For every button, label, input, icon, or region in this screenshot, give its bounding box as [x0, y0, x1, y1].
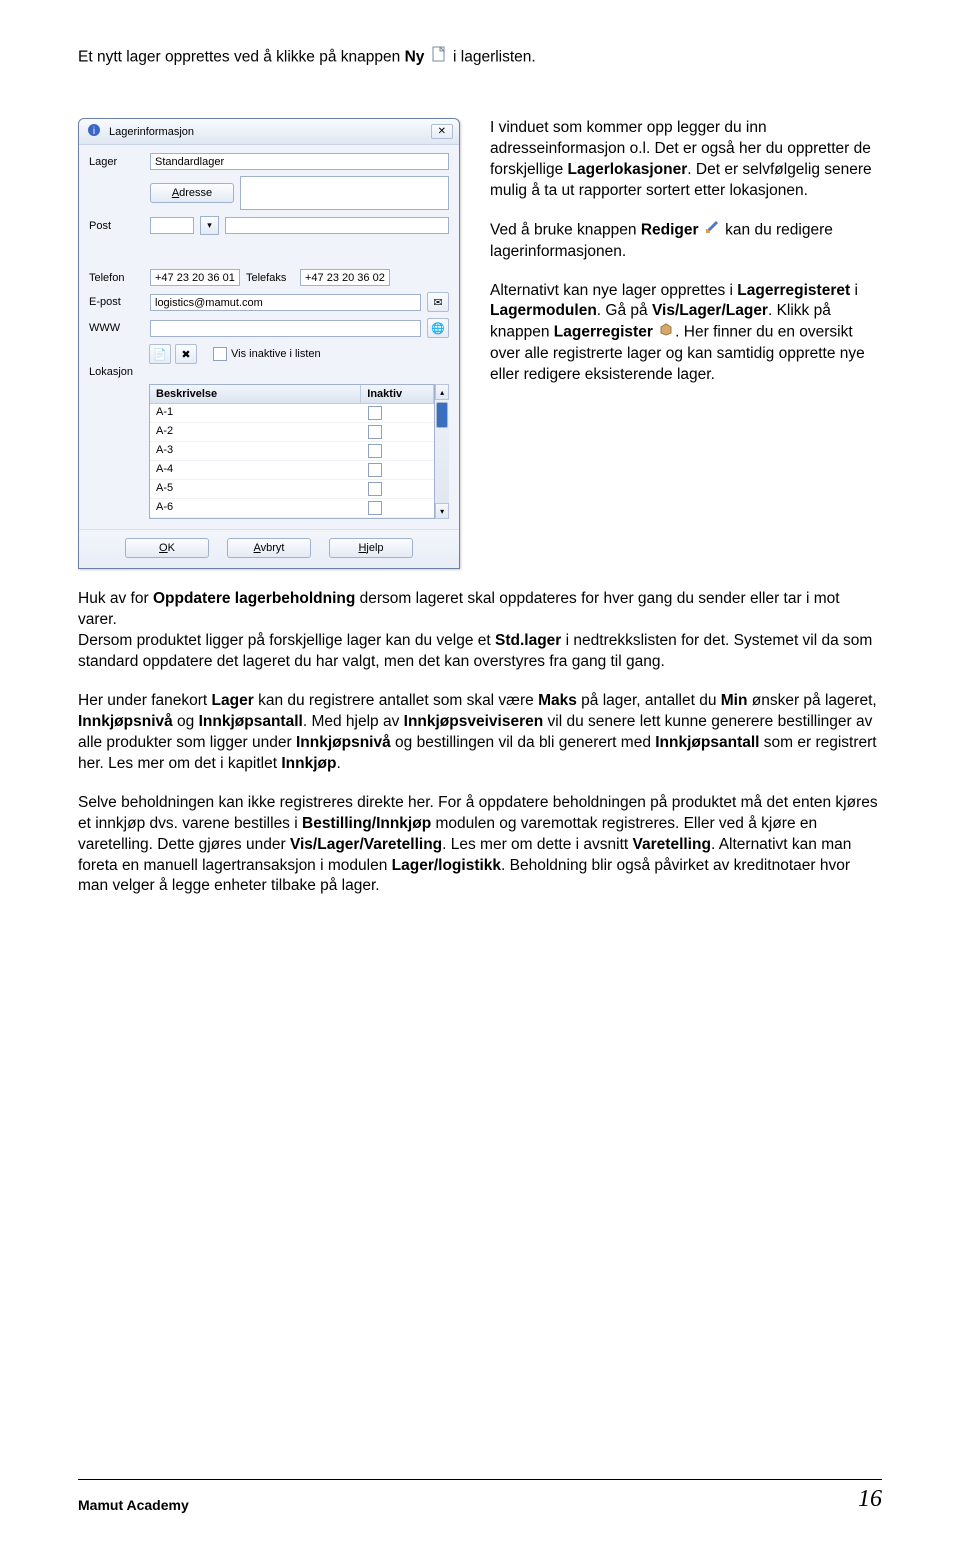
row-checkbox[interactable]	[368, 425, 382, 439]
list-item[interactable]: A-2	[150, 423, 362, 441]
label-telefon: Telefon	[89, 272, 144, 284]
input-www[interactable]	[150, 320, 421, 337]
edit-icon	[705, 220, 719, 241]
delete-icon: ✖	[181, 348, 190, 361]
label-lager: Lager	[89, 156, 144, 168]
input-post-code[interactable]	[150, 217, 194, 234]
list-delete-button[interactable]: ✖	[175, 344, 197, 364]
body-p1: Huk av for Oppdatere lagerbeholdning der…	[78, 589, 882, 673]
lokasjon-list: Beskrivelse Inaktiv A-1 A-2 A-3 A-4 A-5 …	[149, 384, 435, 519]
label-www: WWW	[89, 322, 144, 334]
intro-paragraph: Et nytt lager opprettes ved å klikke på …	[78, 46, 882, 69]
row-checkbox[interactable]	[368, 406, 382, 420]
list-col-beskrivelse: Beskrivelse	[150, 385, 361, 403]
lagerinformasjon-dialog: i Lagerinformasjon ✕ Lager Standardlager…	[78, 118, 460, 569]
post-dropdown-button[interactable]: ▾	[200, 216, 219, 235]
scroll-up-button[interactable]: ▴	[435, 384, 449, 400]
ok-button[interactable]: OK	[125, 538, 209, 558]
box-icon	[659, 322, 673, 343]
list-item[interactable]: A-6	[150, 499, 362, 517]
list-item[interactable]: A-1	[150, 404, 362, 422]
close-icon: ✕	[438, 126, 446, 137]
label-telefaks: Telefaks	[246, 272, 294, 284]
help-button[interactable]: Hjelp	[329, 538, 413, 558]
scroll-down-button[interactable]: ▾	[435, 503, 449, 519]
list-item[interactable]: A-4	[150, 461, 362, 479]
chevron-up-icon: ▴	[440, 388, 444, 397]
input-post-city[interactable]	[225, 217, 449, 234]
chevron-down-icon: ▾	[207, 220, 212, 231]
row-checkbox[interactable]	[368, 501, 382, 515]
intro-ny-bold: Ny	[405, 48, 425, 65]
mail-icon: ✉	[433, 296, 442, 309]
svg-text:i: i	[93, 126, 95, 137]
new-page-icon	[431, 46, 447, 69]
intro-a: Et nytt lager opprettes ved å klikke på …	[78, 48, 405, 65]
body-p3: Her under fanekort Lager kan du registre…	[78, 691, 882, 775]
new-icon: 📄	[153, 348, 167, 361]
list-scrollbar[interactable]: ▴ ▾	[435, 384, 449, 519]
row-checkbox[interactable]	[368, 463, 382, 477]
footer-left: Mamut Academy	[78, 1497, 189, 1513]
right-description: I vinduet som kommer opp legger du inn a…	[490, 118, 882, 403]
input-telefaks[interactable]: +47 23 20 36 02	[300, 269, 390, 286]
vis-inactive-label: Vis inaktive i listen	[231, 348, 321, 360]
adresse-button[interactable]: Adresse	[150, 183, 234, 203]
footer-page-number: 16	[858, 1486, 882, 1513]
page-footer: Mamut Academy 16	[78, 1479, 882, 1513]
label-lokasjon: Lokasjon	[89, 366, 144, 378]
scroll-thumb[interactable]	[436, 402, 448, 428]
app-icon: i	[87, 123, 101, 140]
intro-b: i lagerlisten.	[453, 48, 536, 65]
list-item[interactable]: A-5	[150, 480, 362, 498]
cancel-button[interactable]: Avbryt	[227, 538, 311, 558]
label-post: Post	[89, 220, 144, 232]
www-button[interactable]: 🌐	[427, 318, 449, 338]
row-checkbox[interactable]	[368, 482, 382, 496]
label-epost: E-post	[89, 296, 144, 308]
vis-inactive-checkbox[interactable]	[213, 347, 227, 361]
input-lager[interactable]: Standardlager	[150, 153, 449, 170]
row-checkbox[interactable]	[368, 444, 382, 458]
globe-icon: 🌐	[431, 322, 445, 335]
list-item[interactable]: A-3	[150, 442, 362, 460]
adresse-btn-rest: dresse	[179, 187, 212, 199]
dialog-title: Lagerinformasjon	[109, 126, 194, 138]
body-p4: Selve beholdningen kan ikke registreres …	[78, 793, 882, 898]
input-telefon[interactable]: +47 23 20 36 01	[150, 269, 240, 286]
list-col-inaktiv: Inaktiv	[361, 385, 434, 403]
input-epost[interactable]: logistics@mamut.com	[150, 294, 421, 311]
dialog-titlebar: i Lagerinformasjon ✕	[79, 119, 459, 145]
input-adresse[interactable]	[240, 176, 449, 210]
chevron-down-icon: ▾	[440, 507, 444, 516]
dialog-close-button[interactable]: ✕	[431, 124, 453, 139]
list-new-button[interactable]: 📄	[149, 344, 171, 364]
epost-button[interactable]: ✉	[427, 292, 449, 312]
